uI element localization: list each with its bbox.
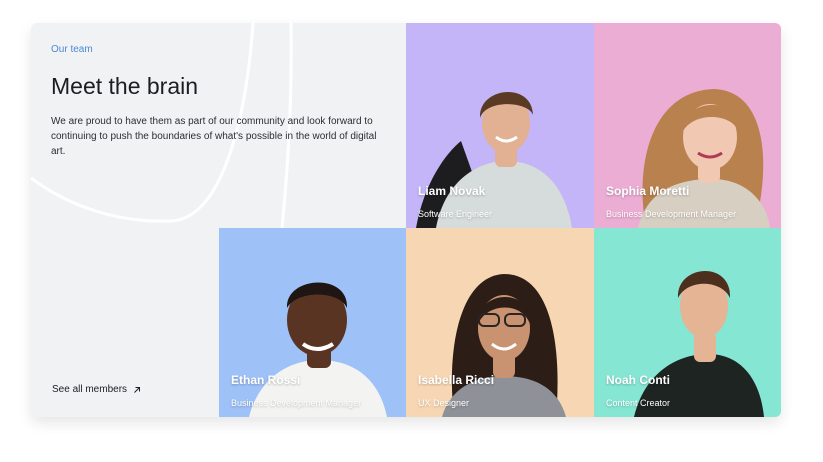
member-role: Business Development Manager	[606, 209, 737, 219]
team-member-card[interactable]: Noah Conti Content Creator	[594, 228, 781, 417]
arrow-up-right-icon	[134, 386, 141, 393]
section-description: We are proud to have them as part of our…	[51, 116, 377, 157]
section-title: Meet the brain	[51, 73, 199, 99]
member-name: Isabella Ricci	[418, 373, 495, 387]
member-role: Business Development Manager	[231, 398, 362, 408]
team-member-card[interactable]: Sophia Moretti Business Development Mana…	[594, 23, 781, 228]
member-role: UX Designer	[418, 398, 470, 408]
see-all-members-label: See all members	[52, 384, 128, 395]
member-role: Content Creator	[606, 398, 671, 408]
team-member-card[interactable]: Liam Novak Software Engineer	[406, 23, 594, 228]
member-photo	[594, 228, 781, 417]
team-card: Our team Meet the brain We are proud to …	[31, 23, 781, 417]
section-eyebrow: Our team	[51, 44, 93, 55]
member-name: Liam Novak	[418, 184, 486, 198]
member-name: Noah Conti	[606, 373, 670, 387]
team-member-card[interactable]: Ethan Rossi Business Development Manager	[219, 228, 406, 417]
member-photo	[406, 228, 594, 417]
member-name: Sophia Moretti	[606, 184, 690, 198]
member-photo	[219, 228, 406, 417]
team-member-card[interactable]: Isabella Ricci UX Designer	[406, 228, 594, 417]
member-role: Software Engineer	[418, 209, 493, 219]
member-name: Ethan Rossi	[231, 373, 301, 387]
see-all-members-link[interactable]: See all members	[52, 384, 141, 395]
